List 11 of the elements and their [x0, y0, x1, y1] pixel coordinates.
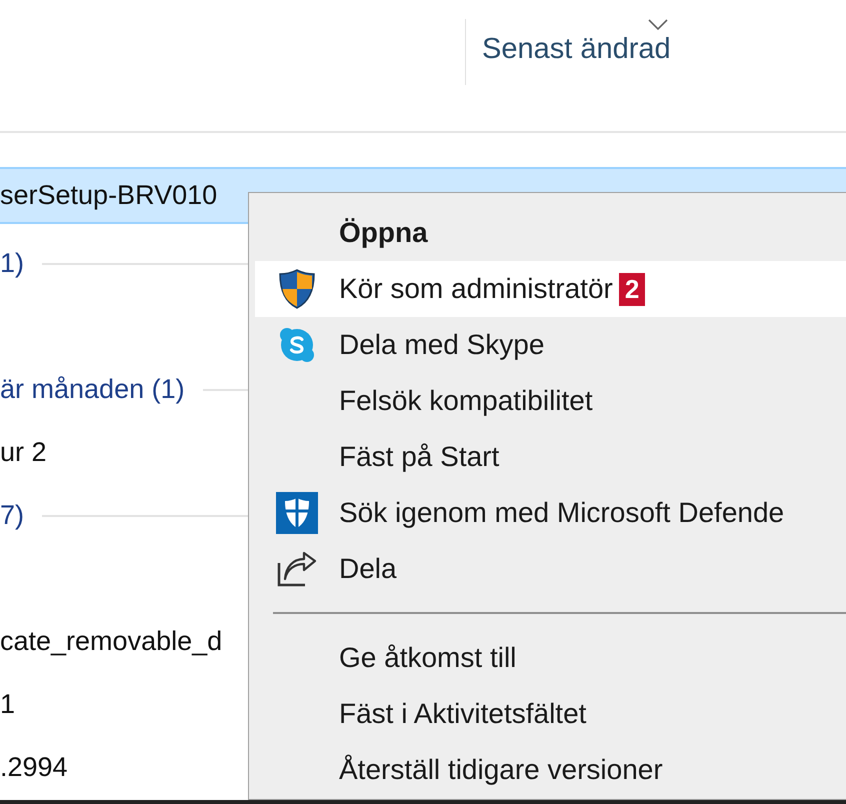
menu-item-label: Dela med Skype — [339, 329, 544, 361]
menu-item-label: Kör som administratör — [339, 273, 613, 305]
menu-item-label: Sök igenom med Microsoft Defende — [339, 497, 784, 529]
menu-item-label: Ge åtkomst till — [339, 642, 516, 674]
menu-item-label: Fäst i Aktivitetsfältet — [339, 698, 586, 730]
menu-item-label: Öppna — [339, 217, 428, 249]
menu-item-label: Återställ tidigare versioner — [339, 754, 663, 786]
menu-item-label: Fäst på Start — [339, 441, 500, 473]
menu-item-label: Dela — [339, 553, 397, 585]
menu-item-label: Felsök kompatibilitet — [339, 385, 593, 417]
step-badge: 2 — [618, 272, 646, 306]
